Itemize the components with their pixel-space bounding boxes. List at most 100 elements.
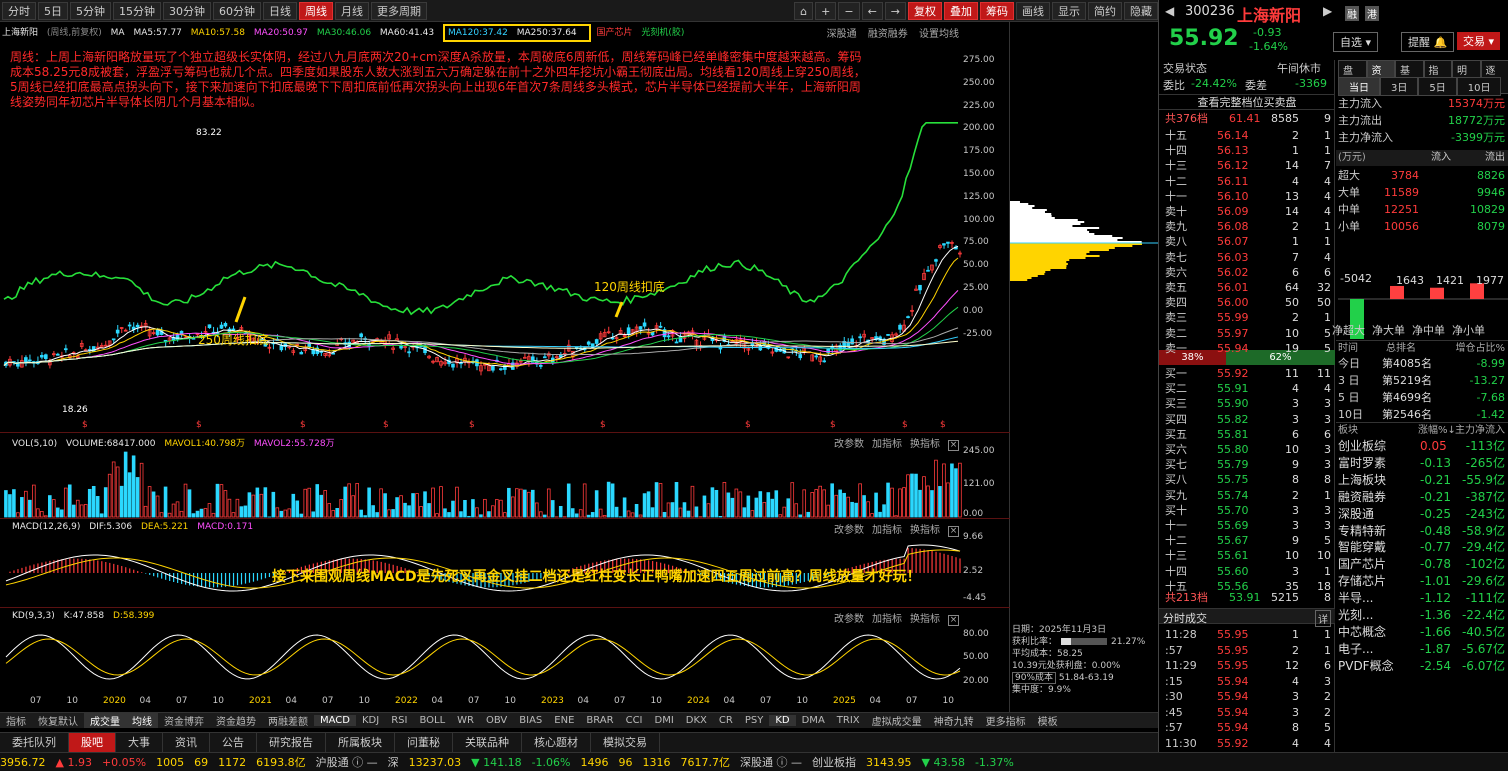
bid-row[interactable]: 买一 55.92 11 11 xyxy=(1159,366,1335,381)
indicator-tab[interactable]: OBV xyxy=(480,715,513,726)
bottom-tab[interactable]: 所属板块 xyxy=(326,732,395,753)
ask-row[interactable]: 卖十 56.09 14 4 xyxy=(1159,204,1335,219)
sector-row[interactable]: 富时罗素 -0.13 -265亿 xyxy=(1336,455,1508,471)
sector-row[interactable]: 电子... -1.87 -5.67亿 xyxy=(1336,641,1508,657)
bid-row[interactable]: 十二 55.67 9 5 xyxy=(1159,533,1335,548)
indicator-tab[interactable]: 资金趋势 xyxy=(210,713,262,728)
indicator-tab[interactable]: 两融差额 xyxy=(262,713,314,728)
sector-row[interactable]: 融资融券 -0.21 -387亿 xyxy=(1336,489,1508,505)
indicator-tab[interactable]: 恢复默认 xyxy=(32,713,84,728)
pan-left-icon[interactable]: ← xyxy=(861,1,883,20)
indicator-tab[interactable]: 模板 xyxy=(1032,713,1064,728)
margin-tool[interactable]: 融资融券 xyxy=(868,29,908,40)
bottom-tab[interactable]: 模拟交易 xyxy=(591,732,660,753)
prev-stock-icon[interactable]: ◀ xyxy=(1165,4,1174,18)
indicator-tab[interactable]: KDJ xyxy=(356,715,385,726)
ask-row[interactable]: 卖七 56.03 7 4 xyxy=(1159,250,1335,265)
next-stock-icon[interactable]: ▶ xyxy=(1323,4,1332,18)
zoom-in-icon[interactable]: + xyxy=(815,1,837,20)
ma-settings-tool[interactable]: 设置均线 xyxy=(919,29,959,40)
bottom-tab[interactable]: 核心题材 xyxy=(522,732,591,753)
draw-button[interactable]: 画线 xyxy=(1016,1,1050,20)
ask-row[interactable]: 十五 56.14 2 1 xyxy=(1159,128,1335,143)
vol-close-icon[interactable]: × xyxy=(948,440,959,451)
bid-row[interactable]: 买九 55.74 2 1 xyxy=(1159,488,1335,503)
indicator-tab[interactable]: CR xyxy=(713,715,739,726)
ask-row[interactable]: 卖二 55.97 10 5 xyxy=(1159,326,1335,341)
trades-detail-button[interactable]: 详 xyxy=(1315,610,1331,627)
bid-row[interactable]: 买五 55.81 6 6 xyxy=(1159,427,1335,442)
ask-row[interactable]: 十三 56.12 14 7 xyxy=(1159,158,1335,173)
bottom-tab[interactable]: 大事 xyxy=(116,732,163,753)
view-full-depth-link[interactable]: 查看完整档位买卖盘 xyxy=(1159,94,1335,110)
cost-select[interactable]: 90%成本 xyxy=(1012,672,1057,684)
bottom-tab[interactable]: 股吧 xyxy=(69,732,116,753)
bottom-tab[interactable]: 研究报告 xyxy=(257,732,326,753)
kd-add-button[interactable]: 加指标 xyxy=(872,614,902,625)
period-month[interactable]: 月线 xyxy=(335,1,369,20)
sector-row[interactable]: 国产芯片 -0.78 -102亿 xyxy=(1336,556,1508,572)
hide-button[interactable]: 隐藏 xyxy=(1124,1,1158,20)
period-5min[interactable]: 5分钟 xyxy=(70,1,111,20)
indicator-tab[interactable]: 更多指标 xyxy=(980,713,1032,728)
fundflow-day-tab[interactable]: 3日 xyxy=(1380,77,1419,96)
bottom-tab[interactable]: 公告 xyxy=(210,732,257,753)
period-more[interactable]: 更多周期 xyxy=(371,1,427,20)
period-5day[interactable]: 5日 xyxy=(38,1,68,20)
sector-row[interactable]: 深股通 -0.25 -243亿 xyxy=(1336,506,1508,522)
indicator-tab[interactable]: DMA xyxy=(796,715,831,726)
bid-row[interactable]: 十一 55.69 3 3 xyxy=(1159,518,1335,533)
indicator-tab[interactable]: BIAS xyxy=(513,715,548,726)
fundflow-day-tab[interactable]: 5日 xyxy=(1418,77,1457,96)
display-button[interactable]: 显示 xyxy=(1052,1,1086,20)
simple-button[interactable]: 简约 xyxy=(1088,1,1122,20)
ask-row[interactable]: 十二 56.11 4 4 xyxy=(1159,174,1335,189)
bottom-tab[interactable]: 资讯 xyxy=(163,732,210,753)
ask-row[interactable]: 卖一 55.94 19 5 xyxy=(1159,341,1335,356)
bid-row[interactable]: 买四 55.82 3 3 xyxy=(1159,412,1335,427)
sector-row[interactable]: 上海板块 -0.21 -55.9亿 xyxy=(1336,472,1508,488)
bottom-tab[interactable]: 关联品种 xyxy=(453,732,522,753)
period-30min[interactable]: 30分钟 xyxy=(163,1,211,20)
ask-row[interactable]: 卖六 56.02 6 6 xyxy=(1159,265,1335,280)
ask-row[interactable]: 卖五 56.01 64 32 xyxy=(1159,280,1335,295)
kline-canvas[interactable]: $ $ $ $ $ $ $ $ $ $ xyxy=(0,22,1010,712)
period-15min[interactable]: 15分钟 xyxy=(113,1,161,20)
vol-param-button[interactable]: 改参数 xyxy=(834,439,864,450)
ask-row[interactable]: 卖四 56.00 50 50 xyxy=(1159,295,1335,310)
chips-button[interactable]: 筹码 xyxy=(980,1,1014,20)
kline-chart-area[interactable]: $ $ $ $ $ $ $ $ $ $ 上海新阳 (周线,前复权) MA MA5:57.77 MA… xyxy=(0,22,1010,712)
ask-row[interactable]: 卖三 55.99 2 1 xyxy=(1159,310,1335,325)
indicator-tab[interactable]: BRAR xyxy=(580,715,619,726)
macd-close-icon[interactable]: × xyxy=(948,526,959,537)
bid-row[interactable]: 买三 55.90 3 3 xyxy=(1159,396,1335,411)
kd-switch-button[interactable]: 换指标 xyxy=(910,614,940,625)
tag-chip[interactable]: 国产芯片 xyxy=(597,28,633,38)
ask-row[interactable]: 十一 56.10 13 4 xyxy=(1159,189,1335,204)
fundflow-day-tab[interactable]: 10日 xyxy=(1456,77,1502,96)
sector-row[interactable]: 存储芯片 -1.01 -29.6亿 xyxy=(1336,573,1508,589)
indicator-tab[interactable]: DMI xyxy=(649,715,680,726)
indicator-tab[interactable]: KD xyxy=(769,715,796,726)
sector-row[interactable]: 创业板综 0.05 -113亿 xyxy=(1336,438,1508,454)
bid-row[interactable]: 十三 55.61 10 10 xyxy=(1159,548,1335,563)
bid-row[interactable]: 十四 55.60 3 1 xyxy=(1159,564,1335,579)
alert-button[interactable]: 提醒 🔔 xyxy=(1401,32,1455,52)
bid-row[interactable]: 买七 55.79 9 3 xyxy=(1159,457,1335,472)
indicator-tab[interactable]: 均线 xyxy=(126,713,158,728)
indicator-tab[interactable]: RSI xyxy=(385,715,413,726)
tag-lithography[interactable]: 光刻机(胶) xyxy=(641,28,684,38)
indicator-tab[interactable]: ENE xyxy=(548,715,580,726)
indicator-tab[interactable]: PSY xyxy=(739,715,770,726)
bid-row[interactable]: 十五 55.56 35 18 xyxy=(1159,579,1335,594)
indicator-tab[interactable]: 神奇九转 xyxy=(928,713,980,728)
lock-icon[interactable]: ⌂ xyxy=(794,1,814,20)
indicator-tab[interactable]: MACD xyxy=(314,715,356,726)
ask-row[interactable]: 十四 56.13 1 1 xyxy=(1159,143,1335,158)
zoom-out-icon[interactable]: − xyxy=(838,1,860,20)
bid-row[interactable]: 买十 55.70 3 3 xyxy=(1159,503,1335,518)
kd-close-icon[interactable]: × xyxy=(948,615,959,626)
ask-row[interactable]: 卖八 56.07 1 1 xyxy=(1159,234,1335,249)
period-day[interactable]: 日线 xyxy=(263,1,297,20)
bid-row[interactable]: 买八 55.75 8 8 xyxy=(1159,472,1335,487)
